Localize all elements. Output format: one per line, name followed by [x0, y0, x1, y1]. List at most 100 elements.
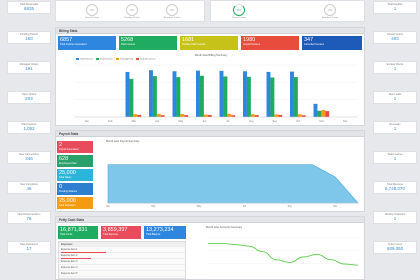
bar[interactable]: [270, 77, 275, 117]
bar[interactable]: [125, 71, 130, 117]
billing-tile[interactable]: 1980 Unpaid Invoices: [241, 36, 299, 50]
left-stat-card: Pending Tickets 183: [7, 31, 51, 44]
bar[interactable]: [246, 76, 251, 117]
gauge-value: 0%: [90, 8, 94, 12]
bar[interactable]: [313, 103, 318, 117]
stat-value: 1: [393, 216, 397, 221]
bar[interactable]: [207, 114, 212, 117]
petty-cash-tile[interactable]: 13,273,234 Total Balance: [144, 226, 186, 239]
billing-stats-panel: Billing Stats 6857 Total Invoices Generat…: [55, 27, 365, 126]
bar[interactable]: [223, 76, 228, 117]
tile-label: Cancelled Invoices: [304, 43, 325, 46]
payroll-tile[interactable]: 25,000 Total Salary: [57, 169, 93, 181]
gauge-value: 0%: [328, 8, 332, 12]
bar[interactable]: [250, 114, 255, 117]
bar[interactable]: [254, 115, 259, 117]
accounts-chart-title: Month wise Accounts Summary: [206, 226, 243, 229]
bar[interactable]: [180, 114, 185, 117]
x-tick-label: Dec: [343, 120, 348, 123]
bar[interactable]: [176, 77, 181, 117]
left-stat-card: Total Customers 17: [7, 241, 51, 254]
right-stat-column: Total Payable 1 Closed Orders 493 Expired Cl…: [373, 0, 417, 280]
bar[interactable]: [184, 115, 189, 117]
bar[interactable]: [278, 114, 283, 117]
x-tick-label: Mar: [132, 120, 136, 123]
stat-value: 689,350: [386, 246, 404, 251]
petty-cash-tile[interactable]: 3,859,397 Total Expense: [101, 226, 141, 239]
bar[interactable]: [290, 71, 294, 117]
bar[interactable]: [243, 71, 247, 117]
stat-value: 78: [26, 216, 32, 221]
tile-label: Total Salary: [59, 176, 72, 179]
bar[interactable]: [321, 110, 326, 117]
bar[interactable]: [199, 75, 204, 117]
payroll-area[interactable]: [107, 164, 359, 204]
bar[interactable]: [231, 115, 236, 117]
right-stat-card: Monthly Collection 1: [373, 211, 417, 224]
tile-label: Total Invoices Generated: [60, 43, 87, 46]
billing-stats-header: Billing Stats: [56, 28, 364, 34]
bar[interactable]: [133, 114, 138, 117]
expense-item-label: Expense item 1: [61, 248, 78, 251]
gauge-resolved-tickets: 0%: [166, 4, 178, 16]
stat-value: 1: [393, 126, 397, 131]
gauge-closed-orders: 19%: [233, 4, 245, 16]
x-tick-label: Feb: [108, 120, 113, 123]
legend-swatch: [116, 58, 120, 60]
stat-value: 1,052: [23, 126, 35, 131]
x-tick-label: May: [178, 120, 183, 123]
x-tick-label: May: [197, 205, 202, 208]
right-stat-card: Closed Orders 493: [373, 31, 417, 44]
petty-cash-tile[interactable]: 16,871,831 Total Funds: [58, 226, 98, 239]
right-stat-card: New Leads 1: [373, 91, 417, 104]
payroll-tile[interactable]: 2 Payroll Generated: [57, 141, 93, 153]
tile-label: Total Expense: [103, 233, 119, 236]
petty-cash-stats-header: Petty Cash Stats: [56, 217, 364, 223]
x-tick-label: Sep: [288, 205, 293, 208]
billing-tile[interactable]: 5268 Paid Invoices: [119, 36, 177, 50]
accounts-line[interactable]: [208, 242, 359, 266]
bar[interactable]: [219, 70, 224, 117]
expense-item-label: Expense item 5: [61, 272, 78, 275]
payroll-chart-title: Month wise Payroll Summary: [106, 140, 140, 143]
tile-label: Employees Paid: [59, 162, 77, 165]
payroll-tile[interactable]: 628 Employees Paid: [57, 155, 93, 167]
bar[interactable]: [149, 70, 153, 117]
bar[interactable]: [160, 115, 165, 117]
payroll-tile[interactable]: 25,000 Total Deduction: [57, 197, 93, 209]
bar[interactable]: [203, 114, 208, 117]
bar[interactable]: [152, 76, 157, 117]
left-stat-card: Total Receivable 6835: [7, 1, 51, 14]
stat-value: 17: [26, 246, 32, 251]
expense-list-items: Expense item 1 Expense item 2 Expense item…: [59, 247, 185, 277]
billing-tile[interactable]: 347 Cancelled Invoices: [302, 36, 362, 50]
bar[interactable]: [196, 70, 200, 117]
payroll-tile[interactable]: 0 Pending Salaries: [57, 183, 93, 195]
expense-list-item[interactable]: Expense item 5: [59, 271, 185, 277]
bar[interactable]: [227, 113, 232, 117]
bar[interactable]: [325, 111, 330, 117]
stat-value: 191: [25, 66, 33, 71]
gauge-label: Pending Tickets: [124, 17, 140, 19]
bar[interactable]: [137, 114, 142, 117]
bar[interactable]: [129, 78, 134, 117]
bar[interactable]: [156, 113, 161, 117]
right-stat-card: Expired Clients 1: [373, 61, 417, 74]
bar[interactable]: [317, 110, 322, 117]
billing-tile[interactable]: 1681 Partially Paid Invoices: [180, 36, 238, 50]
stat-value: 183: [25, 36, 33, 41]
bar[interactable]: [301, 115, 306, 117]
bar[interactable]: [274, 114, 279, 117]
bar[interactable]: [293, 77, 298, 117]
bar[interactable]: [266, 71, 271, 117]
bar[interactable]: [172, 71, 177, 117]
bar[interactable]: [297, 114, 302, 117]
x-tick-label: Jul: [226, 120, 230, 123]
billing-tile[interactable]: 6857 Total Invoices Generated: [58, 36, 116, 50]
x-tick-label: Mar: [151, 205, 155, 208]
stat-value: 1: [393, 6, 397, 11]
stat-value: 346: [25, 156, 33, 161]
left-stat-card: Paid Invoices 1,052: [7, 121, 51, 134]
x-tick-label: Oct: [296, 120, 300, 123]
gauge-pending-tickets: 0%: [126, 4, 138, 16]
